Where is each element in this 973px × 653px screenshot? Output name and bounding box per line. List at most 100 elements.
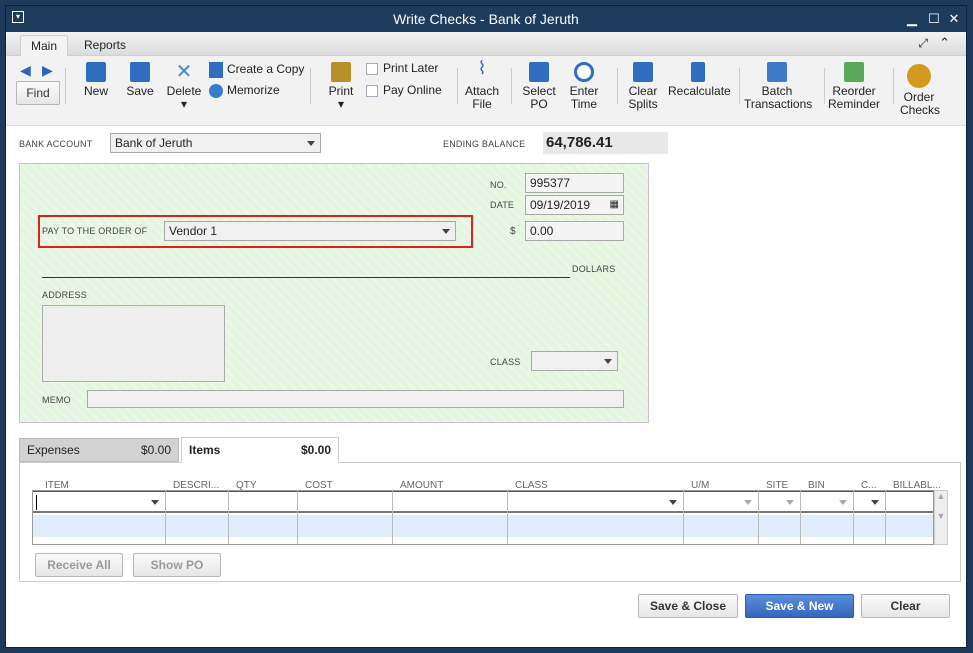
expenses-tab-amount: $0.00 [140, 443, 171, 457]
previous-icon[interactable]: ◀ [20, 62, 31, 79]
text-cursor [36, 495, 37, 510]
table-row[interactable] [33, 491, 933, 513]
enter-time-button[interactable]: Enter Time [567, 62, 601, 111]
reorder-reminder-button[interactable]: Reorder Reminder [828, 62, 880, 111]
create-copy-label: Create a Copy [227, 62, 305, 77]
delete-icon: ✕ [175, 61, 193, 83]
pay-online-label: Pay Online [383, 83, 442, 97]
maximize-icon[interactable]: ☐ [926, 11, 942, 27]
ending-balance-label: ENDING BALANCE [443, 139, 526, 149]
attach-file-button[interactable]: ⌇ Attach File [465, 58, 499, 111]
amount-value: 0.00 [530, 224, 554, 238]
column-divider [853, 491, 854, 544]
tab-expenses[interactable]: Expenses $0.00 [19, 438, 179, 462]
window-title: Write Checks - Bank of Jeruth [393, 11, 579, 27]
column-divider [800, 491, 801, 544]
pay-online-checkbox[interactable]: Pay Online [366, 84, 442, 97]
chevron-down-icon[interactable] [744, 500, 752, 505]
print-label: Print [328, 84, 354, 98]
column-divider [297, 491, 298, 544]
table-scrollbar[interactable]: ▲ ▼ [934, 490, 948, 545]
amount-field[interactable]: 0.00 [525, 221, 624, 241]
ending-balance-value: 64,786.41 [543, 132, 668, 154]
date-label: DATE [490, 200, 515, 210]
class-dropdown[interactable] [531, 351, 618, 371]
clear-splits-button[interactable]: Clear Splits [626, 62, 660, 111]
new-label: New [83, 84, 108, 98]
expand-icon[interactable]: ⤢ [918, 36, 928, 51]
find-button[interactable]: Find [16, 81, 60, 105]
select-po-button[interactable]: Select PO [522, 62, 556, 111]
close-icon[interactable]: ✕ [946, 11, 962, 27]
chevron-down-icon [604, 359, 612, 364]
pay-to-dropdown[interactable]: Vendor 1 [164, 221, 456, 241]
column-divider [228, 491, 229, 544]
column-divider [165, 491, 166, 544]
check-no-label: NO. [490, 180, 507, 190]
clear-button[interactable]: Clear [861, 594, 950, 618]
order-checks-label: Order Checks [900, 90, 941, 117]
amount-words-line [42, 277, 570, 278]
system-menu-icon[interactable]: ▾ [12, 11, 24, 23]
show-po-button[interactable]: Show PO [133, 553, 221, 577]
address-field[interactable] [42, 305, 225, 382]
paperclip-icon: ⌇ [477, 58, 487, 78]
batch-transactions-button[interactable]: Batch Transactions [744, 62, 812, 111]
memorize-button[interactable]: Memorize [209, 84, 280, 98]
save-icon [130, 62, 150, 82]
collapse-ribbon-icon[interactable]: ⌃ [939, 35, 950, 51]
copy-icon [209, 62, 223, 78]
memo-field[interactable] [87, 390, 624, 408]
receive-all-button[interactable]: Receive All [35, 553, 123, 577]
tab-reports[interactable]: Reports [74, 35, 136, 56]
save-close-button[interactable]: Save & Close [638, 594, 738, 618]
delete-button[interactable]: ✕ Delete ▾ [166, 62, 202, 111]
reorder-icon [844, 62, 864, 82]
recalculate-button[interactable]: Recalculate [668, 62, 731, 98]
column-divider [758, 491, 759, 544]
address-label: ADDRESS [42, 290, 87, 300]
date-field[interactable]: 09/19/2019 ▦ [525, 195, 624, 215]
calendar-icon[interactable]: ▦ [610, 196, 619, 214]
next-icon[interactable]: ▶ [42, 62, 53, 79]
batch-icon [767, 62, 787, 82]
items-table [32, 490, 934, 545]
check-number-value: 995377 [530, 176, 571, 190]
tab-items[interactable]: Items $0.00 [181, 437, 339, 463]
bank-account-value: Bank of Jeruth [115, 136, 193, 150]
chevron-down-icon[interactable] [871, 500, 879, 505]
items-tab-label: Items [189, 443, 221, 457]
chevron-down-icon[interactable] [669, 500, 677, 505]
chevron-down-icon[interactable] [839, 500, 847, 505]
chevron-down-icon[interactable] [151, 500, 159, 505]
chevron-down-icon [307, 141, 315, 146]
select-po-label: Select PO [522, 84, 556, 111]
dollar-sign-label: $ [510, 226, 516, 237]
enter-time-label: Enter Time [569, 84, 599, 111]
print-button[interactable]: Print ▾ [328, 62, 354, 111]
column-divider [683, 491, 684, 544]
create-copy-button[interactable]: Create a Copy [209, 62, 304, 78]
tab-main[interactable]: Main [20, 35, 69, 56]
pay-to-label: PAY TO THE ORDER OF [42, 226, 148, 236]
save-new-button[interactable]: Save & New [745, 594, 854, 618]
calculator-icon [691, 62, 705, 82]
reorder-reminder-label: Reorder Reminder [828, 84, 881, 111]
clear-splits-icon [633, 62, 653, 82]
table-row[interactable] [33, 515, 933, 537]
printer-icon [331, 62, 351, 82]
bank-account-dropdown[interactable]: Bank of Jeruth [110, 133, 321, 153]
minimize-icon[interactable]: ▁ [904, 11, 920, 27]
print-later-label: Print Later [383, 61, 439, 75]
order-checks-button[interactable]: Order Checks [900, 64, 941, 117]
select-po-icon [529, 62, 549, 82]
chevron-down-icon[interactable] [786, 500, 794, 505]
print-later-checkbox[interactable]: Print Later [366, 62, 438, 75]
date-value: 09/19/2019 [530, 198, 591, 212]
new-button[interactable]: New [82, 62, 110, 98]
memorize-label: Memorize [227, 83, 280, 98]
check-number-field[interactable]: 995377 [525, 173, 624, 193]
toolbar: ◀ ▶ Find New Save ✕ Delete ▾ Create a Copy… [6, 56, 966, 126]
save-button[interactable]: Save [124, 62, 156, 98]
clear-splits-label: Clear Splits [628, 84, 658, 111]
